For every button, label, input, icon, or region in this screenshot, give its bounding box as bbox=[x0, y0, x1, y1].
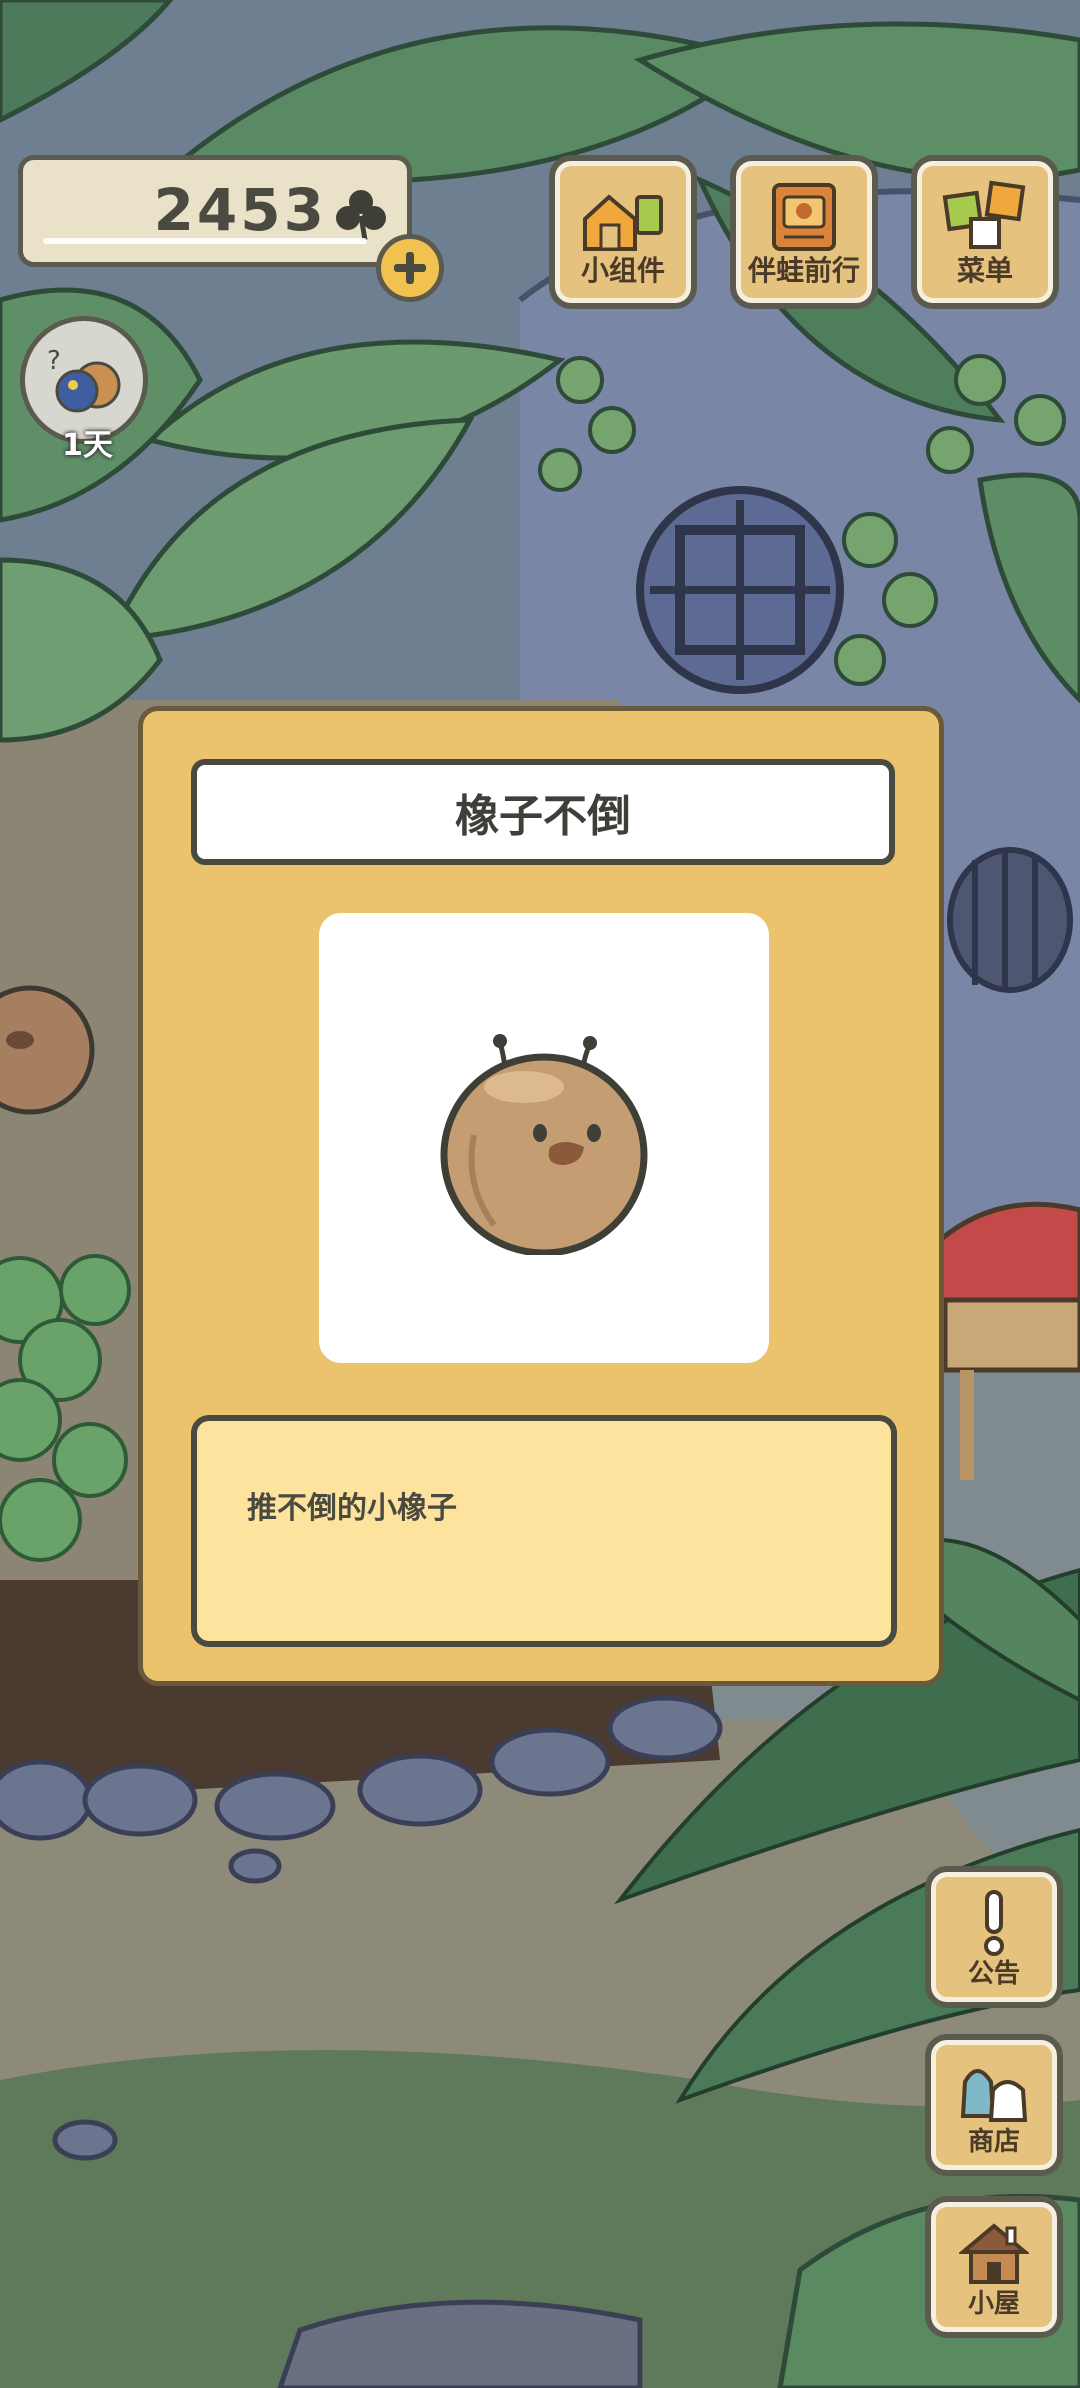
house-icon bbox=[959, 2223, 1029, 2284]
clover-icon bbox=[336, 190, 386, 241]
house-label: 小屋 bbox=[967, 2289, 1020, 2319]
menu-icon bbox=[942, 180, 1026, 249]
house-button[interactable]: 小屋 bbox=[925, 2196, 1063, 2338]
widget-button[interactable]: 小组件 bbox=[549, 155, 697, 309]
acorn-tumbler-icon bbox=[440, 1034, 648, 1255]
travel-days-label: 1天 bbox=[62, 428, 113, 463]
item-title-box: 橡子不倒 bbox=[191, 759, 895, 865]
travel-with-frog-button[interactable]: 伴蛙前行 bbox=[730, 155, 878, 309]
item-detail-dialog[interactable]: 橡子不倒 推不倒的小橡子 bbox=[138, 706, 944, 1686]
menu-button[interactable]: 菜单 bbox=[911, 155, 1059, 309]
item-title: 橡子不倒 bbox=[455, 791, 631, 842]
clover-bar bbox=[43, 238, 367, 244]
add-clover-button[interactable] bbox=[376, 234, 444, 302]
travel-with-frog-label: 伴蛙前行 bbox=[747, 254, 860, 287]
clover-counter: 2453 bbox=[18, 155, 412, 267]
item-description-box: 推不倒的小橡子 bbox=[191, 1415, 897, 1647]
widget-icon bbox=[583, 194, 663, 251]
announcement-button[interactable]: 公告 bbox=[925, 1866, 1063, 2008]
exclamation-icon bbox=[984, 1890, 1004, 1956]
item-description: 推不倒的小橡子 bbox=[247, 1491, 457, 1526]
plus-icon bbox=[394, 252, 426, 284]
announcement-label: 公告 bbox=[967, 1959, 1020, 1989]
svg-text:?: ? bbox=[47, 346, 61, 376]
menu-label: 菜单 bbox=[956, 254, 1013, 287]
widget-label: 小组件 bbox=[580, 254, 665, 287]
clover-count: 2453 bbox=[153, 176, 327, 244]
journal-icon bbox=[772, 183, 836, 251]
shop-button[interactable]: 商店 bbox=[925, 2034, 1063, 2176]
item-image-box bbox=[319, 913, 769, 1363]
shop-label: 商店 bbox=[967, 2127, 1020, 2157]
shop-bags-icon bbox=[960, 2069, 1028, 2122]
